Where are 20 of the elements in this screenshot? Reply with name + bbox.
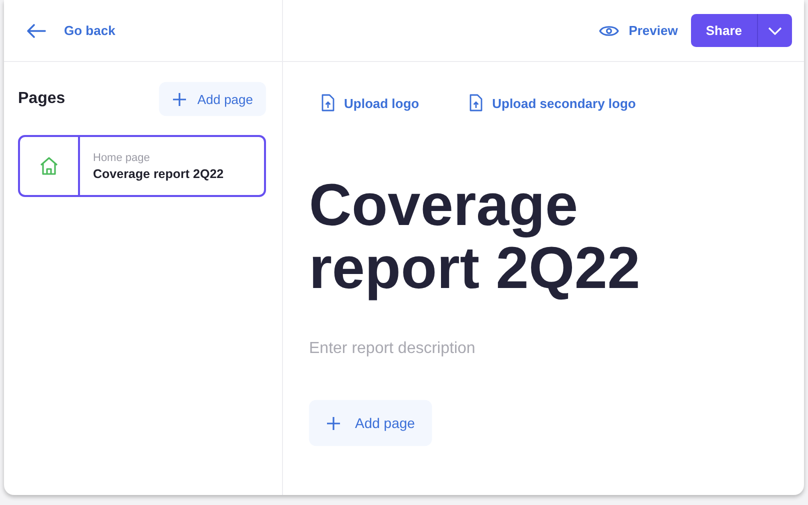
add-page-button[interactable]: Add page [309, 400, 432, 446]
share-button[interactable]: Share [690, 14, 758, 47]
page-title: Coverage report 2Q22 [93, 166, 224, 180]
back-arrow-icon [26, 22, 46, 38]
add-page-button[interactable]: Add page [159, 82, 266, 116]
plus-icon [172, 92, 188, 106]
upload-logo-button[interactable]: Upload secondary logo [469, 94, 636, 112]
page-label: Home page [93, 152, 151, 164]
upload-logo-button[interactable]: Upload logo [321, 94, 420, 112]
pages-heading: Pages [18, 90, 66, 108]
house-icon [39, 156, 59, 176]
report-title: Coverage report 2Q22 [309, 174, 642, 300]
preview-button[interactable]: Preview [598, 23, 678, 38]
chevron-down-icon [768, 26, 782, 34]
go-back-button[interactable]: Go back [26, 22, 116, 38]
file-upload-icon [469, 94, 484, 112]
file-upload-icon [321, 94, 335, 112]
page-item[interactable]: Home page Coverage report 2Q22 [18, 135, 266, 197]
eye-icon [598, 24, 619, 38]
plus-icon [326, 416, 341, 430]
